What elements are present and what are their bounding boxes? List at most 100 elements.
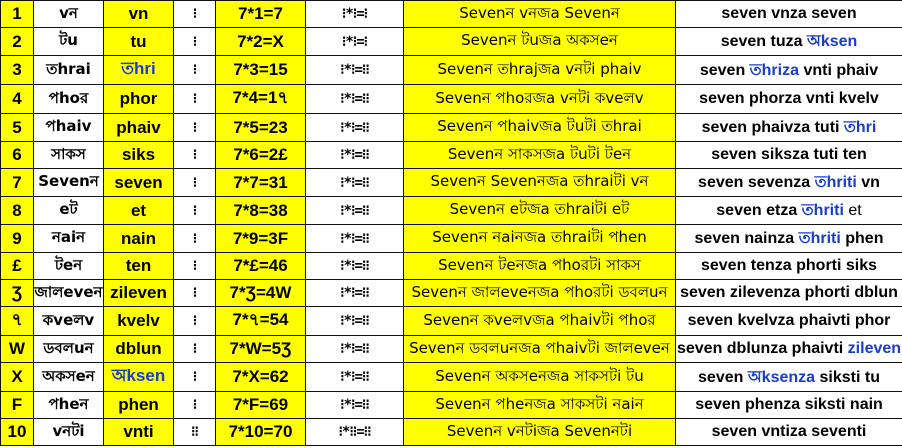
english-sentence-cell: seven nainza তhriti phen — [675, 224, 902, 253]
native-word-cell: Sevenন — [33, 168, 104, 197]
latin-word-cell: siks — [103, 141, 174, 169]
english-sentence-part: seven sevenza — [698, 174, 815, 191]
native-word-cell: পhoর — [33, 84, 104, 114]
row-number-cell: 10 — [0, 418, 34, 446]
row-number-cell: 3 — [0, 55, 34, 85]
native-sentence-cell: Sevenন পheনজa সাকসটi নaiন — [403, 391, 676, 419]
table-row: 4 পhoর phor ⁝ 7*4=1৭ ⁝*⁝=⁝⁝ Sevenন পhoরজa vনটi… — [0, 84, 902, 114]
table-row: W ডবলuন dblun ⁝ 7*W=5Ʒ ⁝*⁝=⁝⁝ Sevenন ডবলuনজa প… — [0, 335, 902, 363]
row-number-cell: 6 — [0, 141, 34, 169]
table-row: 6 সাকস siks ⁝ 7*6=2£ ⁝*⁝=⁝⁝ Sevenন সাকসজa টuটi… — [0, 141, 902, 169]
equation-cell: 7*1=7 — [215, 0, 306, 28]
english-sentence-part: et — [843, 202, 862, 219]
native-word-cell: vনটi — [33, 418, 104, 446]
glyph-number-cell: ⁝ — [173, 113, 216, 142]
latin-word-cell: vn — [103, 0, 174, 28]
native-sentence-cell: Sevenন পhoরজa vনটi কveলv — [403, 84, 676, 114]
native-sentence-cell: Sevenন পhaivজa টuটi তhrai — [403, 113, 676, 142]
latin-word-cell: nain — [103, 224, 174, 253]
english-sentence-part: seven phenza siksti nain — [695, 396, 883, 413]
english-sentence-part: seven etza — [716, 202, 802, 219]
glyph-equation-cell: ⁝*⁝⁝=⁝⁝ — [305, 418, 404, 446]
equation-cell: 7*৭=54 — [215, 306, 306, 336]
glyph-number-cell: ⁝ — [173, 196, 216, 225]
latin-word-cell: seven — [103, 168, 174, 197]
latin-word-cell: তhri — [103, 55, 174, 85]
native-sentence-cell: Sevenন vনজa Sevenন — [403, 0, 676, 28]
glyph-equation-cell: ⁝*⁝=⁝⁝ — [305, 252, 404, 280]
english-sentence-cell: seven phorza vnti kvelv — [675, 84, 902, 114]
glyph-number-cell: ⁝ — [173, 141, 216, 169]
table-row: ৭ কveলv kvelv ⁝ 7*৭=54 ⁝*⁝=⁝⁝ Sevenন কveলvজa প… — [0, 306, 902, 336]
english-sentence-part: seven vntiza seventi — [711, 423, 867, 440]
equation-cell: 7*8=38 — [215, 196, 306, 225]
glyph-number-cell: ⁝ — [173, 84, 216, 114]
equation-cell: 7*6=2£ — [215, 141, 306, 169]
glyph-number-cell: ⁝ — [173, 168, 216, 197]
native-sentence-cell: Sevenন Sevenনজa তhraiটi vন — [403, 168, 676, 197]
glyph-number-cell: ⁝ — [173, 224, 216, 253]
latin-word-cell: kvelv — [103, 306, 174, 336]
glyph-equation-cell: ⁝*⁝=⁝⁝ — [305, 84, 404, 114]
english-sentence-part: seven tenza phorti siks — [700, 257, 878, 274]
equation-cell: 7*4=1৭ — [215, 84, 306, 114]
english-sentence-part: seven — [698, 368, 748, 386]
latin-word-cell: phaiv — [103, 113, 174, 142]
glyph-equation-cell: ⁝*⁝=⁝⁝ — [305, 391, 404, 419]
latin-word-cell: tu — [103, 27, 174, 56]
row-number-cell: £ — [0, 252, 34, 280]
equation-cell: 7*10=70 — [215, 418, 306, 446]
row-number-cell: X — [0, 362, 34, 392]
native-sentence-cell: Sevenন জালeveনজa পhoরটi ডবলuন — [403, 279, 676, 307]
glyph-equation-cell: ⁝*⁝=⁝⁝ — [305, 335, 404, 363]
glyph-equation-cell: ⁝*⁝=⁝⁝ — [305, 279, 404, 307]
glyph-equation-cell: ⁝*⁝=⁝⁝ — [305, 113, 404, 142]
native-sentence-cell: Sevenন নaiনজa তhraiটi পhen — [403, 224, 676, 253]
latin-word-cell: ten — [103, 252, 174, 280]
english-sentence-cell: seven siksza tuti ten — [675, 141, 902, 169]
english-sentence-part: vn — [856, 174, 880, 191]
english-sentence-part: seven kvelvza phaivti phor — [687, 312, 891, 329]
table-row: 10 vনটi vnti ⁝⁝ 7*10=70 ⁝*⁝⁝=⁝⁝ Sevenন vনটiজa … — [0, 418, 902, 446]
table-row: £ টeন ten ⁝ 7*£=46 ⁝*⁝=⁝⁝ Sevenন টeনজa পhoরটi … — [0, 252, 902, 280]
english-sentence-cell: seven tenza phorti siks — [675, 252, 902, 280]
multiplication-table: 1 vন vn ⁝ 7*1=7 ⁝*⁝=⁝ Sevenন vনজa Sevenন seven … — [0, 0, 902, 446]
native-word-cell: অকসeন — [33, 362, 104, 392]
native-word-cell: vন — [33, 0, 104, 28]
glyph-equation-cell: ⁝*⁝=⁝⁝ — [305, 362, 404, 392]
native-sentence-cell: Sevenন টuজa অকসeন — [403, 27, 676, 56]
table-row: 8 eট et ⁝ 7*8=38 ⁝*⁝=⁝⁝ Sevenন eটজa তhraiটi eট… — [0, 196, 902, 225]
english-sentence-cell: seven etza তhriti et — [675, 196, 902, 225]
table-row: 7 Sevenন seven ⁝ 7*7=31 ⁝*⁝=⁝⁝ Sevenন Sevenনজa… — [0, 168, 902, 197]
english-sentence-part: seven siksza tuti ten — [711, 146, 867, 163]
equation-cell: 7*2=X — [215, 27, 306, 56]
glyph-number-cell: ⁝ — [173, 391, 216, 419]
row-number-cell: 2 — [0, 27, 34, 56]
row-number-cell: 9 — [0, 224, 34, 253]
glyph-equation-cell: ⁝*⁝=⁝⁝ — [305, 224, 404, 253]
table-row: Ʒ জালeveন zileven ⁝ 7*Ʒ=4W ⁝*⁝=⁝⁝ Sevenন জালev… — [0, 279, 902, 307]
glyph-equation-cell: ⁝*⁝=⁝⁝ — [305, 306, 404, 336]
table-row: 9 নaiন nain ⁝ 7*9=3F ⁝*⁝=⁝⁝ Sevenন নaiনজa তhra… — [0, 224, 902, 253]
english-sentence-part: seven phorza vnti kvelv — [699, 90, 879, 107]
glyph-number-cell: ⁝ — [173, 55, 216, 85]
english-sentence-cell: seven vnza seven — [675, 0, 902, 28]
english-sentence-cell: seven অksenza siksti tu — [675, 362, 902, 392]
equation-cell: 7*5=23 — [215, 113, 306, 142]
english-sentence-part: অksen — [806, 33, 858, 50]
row-number-cell: 1 — [0, 0, 34, 28]
table-row: X অকসeন অksen ⁝ 7*X=62 ⁝*⁝=⁝⁝ Sevenন অকসeনজa স… — [0, 362, 902, 392]
latin-word-cell: zileven — [103, 279, 174, 307]
table-row: 5 পhaiv phaiv ⁝ 7*5=23 ⁝*⁝=⁝⁝ Sevenন পhaivজa ট… — [0, 113, 902, 142]
latin-word-cell: অksen — [103, 362, 174, 392]
native-word-cell: eট — [33, 196, 104, 225]
table-row: 1 vন vn ⁝ 7*1=7 ⁝*⁝=⁝ Sevenন vনজa Sevenন seven … — [0, 0, 902, 28]
row-number-cell: 8 — [0, 196, 34, 225]
native-sentence-cell: Sevenন সাকসজa টuটi টeন — [403, 141, 676, 169]
native-sentence-cell: Sevenন অকসeনজa সাকসটi টu — [403, 362, 676, 392]
glyph-equation-cell: ⁝*⁝=⁝⁝ — [305, 196, 404, 225]
glyph-number-cell: ⁝ — [173, 252, 216, 280]
glyph-equation-cell: ⁝*⁝=⁝ — [305, 0, 404, 28]
english-sentence-part: তhri — [843, 119, 877, 136]
equation-cell: 7*Ʒ=4W — [215, 279, 306, 307]
